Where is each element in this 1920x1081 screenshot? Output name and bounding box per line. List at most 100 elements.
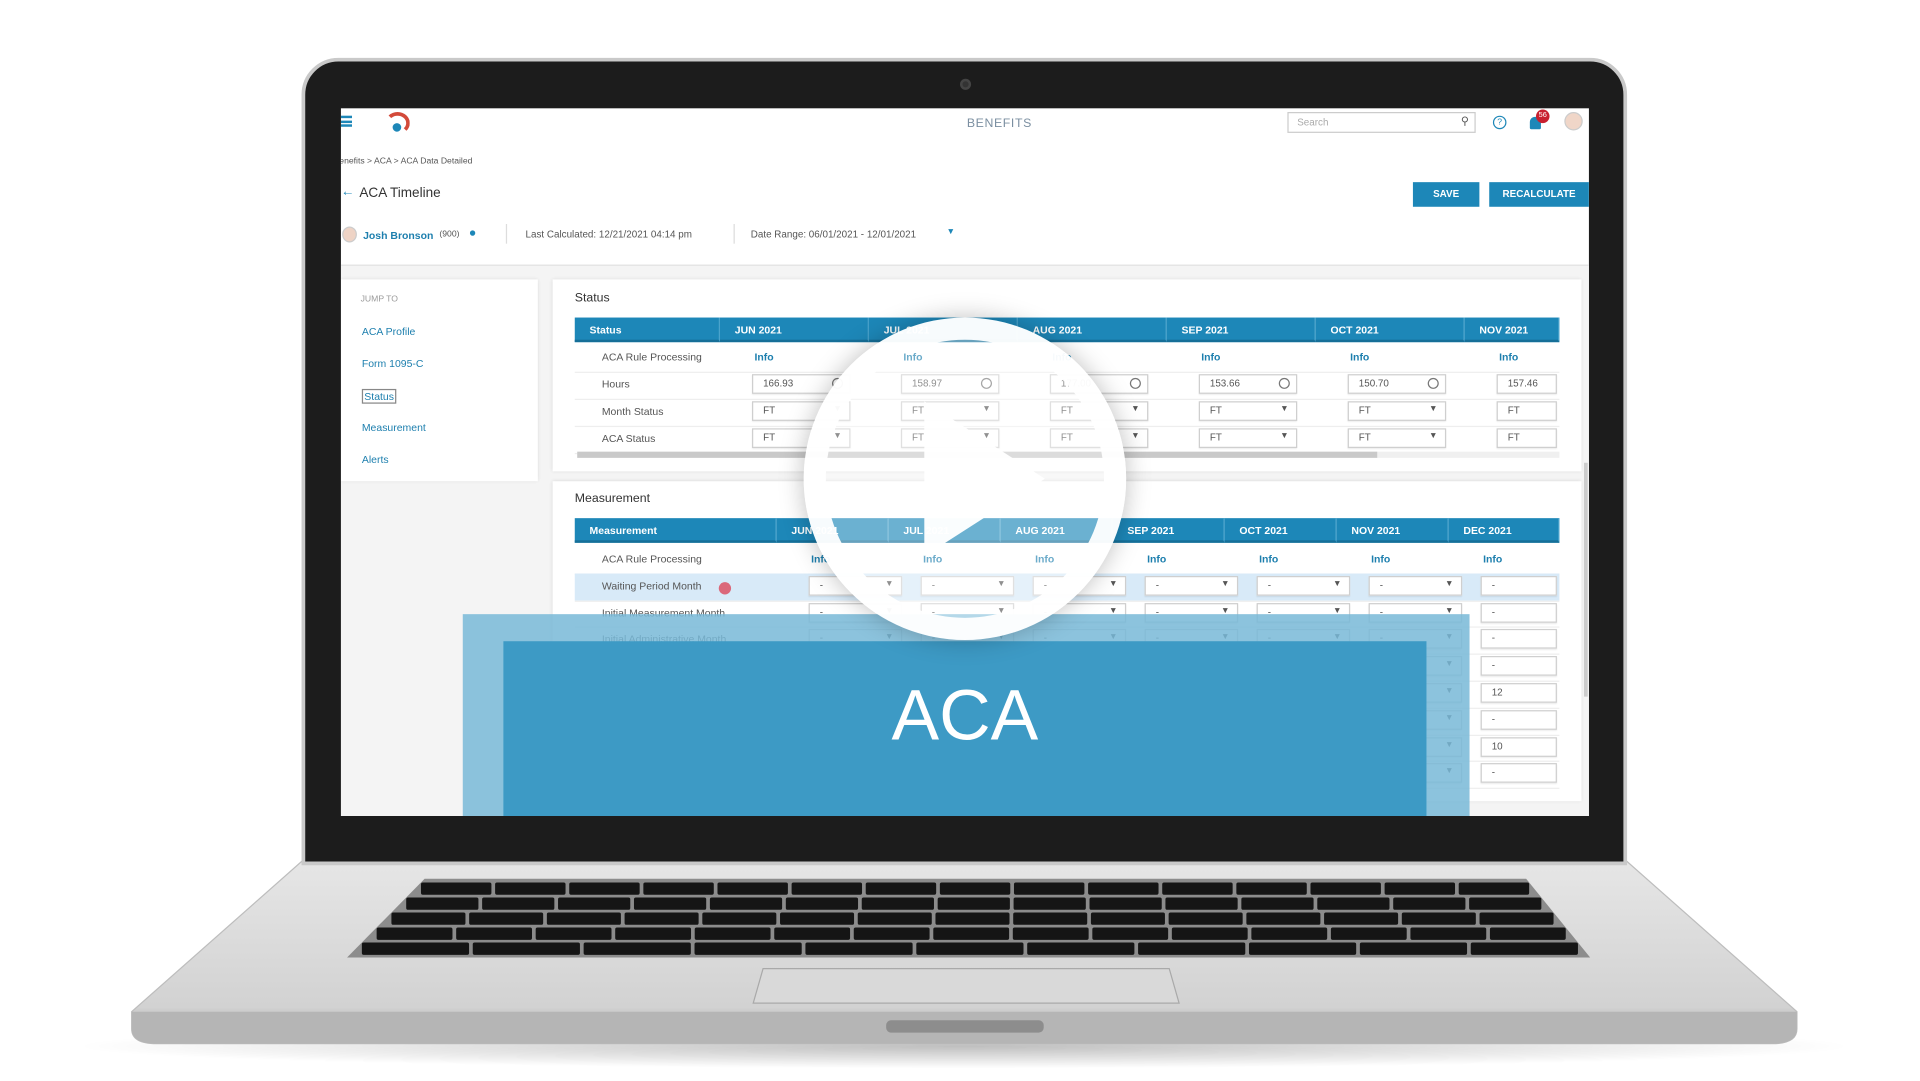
keyboard-key [1469,897,1542,910]
user-avatar[interactable] [1564,111,1583,131]
back-arrow-icon[interactable]: ← [341,185,355,200]
info-link[interactable]: Info [1371,553,1390,565]
info-link[interactable]: Info [1483,553,1502,565]
info-link[interactable]: Info [1259,553,1278,565]
employee-name[interactable]: Josh Bronson [363,229,433,241]
info-link[interactable]: Info [1499,351,1518,363]
jump-item[interactable]: Measurement [362,421,426,433]
table-header-label: Status [574,317,720,343]
breadcrumb[interactable]: Benefits > ACA > ACA Data Detailed [341,158,473,167]
row-label: ACA Rule Processing [601,350,702,364]
keyboard-key [546,912,621,925]
recalculate-button[interactable]: RECALCULATE [1489,182,1589,207]
keyboard-key [861,897,934,910]
status-select[interactable]: - [1480,602,1557,623]
status-select[interactable]: FT ▼ [1347,428,1447,448]
menu-icon[interactable] [340,115,352,127]
value: - [1491,659,1495,671]
status-select[interactable]: FT ▼ [1198,401,1298,421]
keyboard-key [643,882,714,895]
info-link[interactable]: Info [754,351,773,363]
hours-input[interactable]: 150.70 [1347,374,1447,394]
keyboard-key [1165,897,1238,910]
keyboard-key [1088,882,1159,895]
keyboard-key [1310,882,1381,895]
divider [733,223,735,244]
jump-item[interactable]: Form 1095-C [362,357,424,369]
jump-item[interactable]: ACA Profile [362,325,416,337]
status-select[interactable]: FT ▼ [1198,428,1298,448]
keyboard-key [780,912,855,925]
search-input[interactable]: Search [1287,111,1476,133]
value: - [1491,713,1495,725]
jump-item[interactable]: Status [361,388,397,404]
logo-icon [385,111,410,135]
keyboard-key [1248,942,1357,955]
keyboard-key [1330,927,1407,940]
status-select[interactable]: -▼ [1144,575,1239,596]
app-title: BENEFITS [966,116,1032,131]
row-label: ACA Status [601,431,656,445]
keyboard-key [1241,897,1314,910]
chevron-down-icon: ▼ [1131,404,1140,414]
value: 10 [1491,740,1503,752]
status-select[interactable]: -▼ [1368,575,1463,596]
keyboard-key [805,942,913,955]
search-icon[interactable]: ⚲ [1461,114,1469,128]
keyboard-key [1251,927,1328,940]
hours-input[interactable]: 153.66 [1198,374,1298,394]
status-select[interactable]: 10 [1480,736,1557,757]
keyboard-key [1384,882,1456,895]
status-select[interactable]: - [1480,709,1557,730]
play-button[interactable] [803,317,1127,640]
row-label: Month Status [601,404,664,418]
clock-icon[interactable] [1129,377,1141,389]
hours-input[interactable]: 157.46 [1496,374,1557,394]
save-button[interactable]: SAVE [1412,182,1480,207]
help-icon[interactable]: ? [1492,115,1507,130]
clock-icon[interactable] [1427,377,1439,389]
status-select[interactable]: - [1480,763,1557,784]
status-select[interactable]: FT [1496,401,1557,421]
value: 157.46 [1507,377,1538,389]
status-select[interactable]: FT [1496,428,1557,448]
keyboard-key [1013,912,1088,925]
status-select[interactable]: - [1480,656,1557,676]
keyboard-key [615,927,692,940]
info-link[interactable]: Info [1147,553,1166,565]
chevron-down-icon[interactable]: ▼ [946,228,955,237]
value: 12 [1491,686,1503,698]
keyboard-key [857,912,932,925]
keyboard-key [709,897,783,910]
play-icon [924,401,1045,557]
keyboard-key [1246,912,1321,925]
vertical-scrollbar[interactable] [1583,462,1588,697]
status-select[interactable]: - [1480,629,1557,650]
info-link[interactable]: Info [1201,351,1220,363]
keyboard-key [1393,897,1466,910]
status-select[interactable]: - [1480,575,1557,596]
last-calculated: Last Calculated: 12/21/2021 04:14 pm [525,228,692,240]
status-select[interactable]: -▼ [1256,575,1351,596]
chevron-down-icon: ▼ [1428,431,1438,441]
clock-icon[interactable] [1278,377,1290,389]
keyboard-key [495,882,566,895]
measurement-title: Measurement [574,492,651,506]
keyboard-key [361,942,470,955]
table-header-month: DEC 2021 [1448,518,1560,543]
date-range[interactable]: Date Range: 06/01/2021 - 12/01/2021 [751,229,916,240]
info-link[interactable]: Info [1350,351,1369,363]
keyboard-key [935,912,1010,925]
keyboard-key [865,882,937,895]
user-switch-icon[interactable]: ● [469,226,476,240]
keyboard-key [1138,942,1246,955]
keyboard-key [1470,942,1578,955]
chevron-down-icon: ▼ [1108,579,1118,589]
status-select[interactable]: FT ▼ [1347,401,1447,421]
status-select[interactable]: 12 [1480,683,1557,703]
jump-item[interactable]: Alerts [362,453,389,465]
employee-avatar [342,226,357,243]
table-header-month: NOV 2021 [1464,317,1560,343]
keyboard-key [569,882,640,895]
keyboard-key [406,897,479,910]
